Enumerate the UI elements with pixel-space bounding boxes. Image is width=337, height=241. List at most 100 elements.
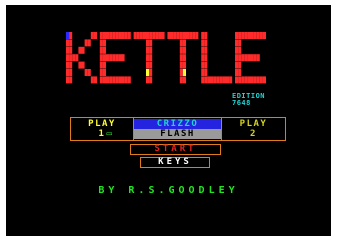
logo-pixel	[204, 61, 208, 69]
logo-pixel	[66, 76, 70, 84]
logo-pixel	[149, 76, 153, 84]
logo-pixel	[189, 32, 193, 39]
logo-pixel	[167, 32, 171, 39]
player-2-option[interactable]: PLAY 2	[222, 118, 285, 140]
logo-pixel	[179, 61, 183, 69]
logo-pixel	[102, 69, 106, 76]
logo-pixel	[161, 32, 165, 39]
logo-pixel	[146, 46, 150, 54]
keys-button[interactable]: KEYS	[140, 157, 210, 168]
logo-pixel	[124, 76, 128, 84]
logo-pixel	[124, 32, 128, 39]
logo-pixel	[247, 54, 251, 62]
logo-pixel	[259, 76, 263, 84]
logo-pixel	[87, 69, 91, 76]
logo-pixel	[102, 61, 106, 69]
logo-pixel	[182, 76, 186, 84]
logo-pixel	[262, 32, 266, 39]
edition-line-2: 7648	[232, 99, 251, 107]
logo-pixel	[158, 32, 162, 39]
logo-pixel	[121, 76, 125, 84]
logo-pixel	[87, 39, 91, 47]
logo-pixel	[179, 69, 183, 76]
logo-pixel	[256, 76, 260, 84]
logo-pixel	[149, 46, 153, 54]
logo-pixel	[118, 76, 122, 84]
logo-pixel	[235, 39, 239, 47]
logo-pixel	[106, 32, 110, 39]
logo-pixel	[72, 54, 76, 62]
player-2-number: 2	[250, 129, 257, 139]
logo-pixel	[69, 54, 73, 62]
logo-pixel	[99, 54, 103, 62]
logo-pixel	[115, 76, 119, 84]
logo-pixel	[238, 61, 242, 69]
logo-pixel	[235, 69, 239, 76]
logo-pixel	[69, 32, 73, 39]
logo-pixel	[99, 32, 103, 39]
logo-pixel	[235, 76, 239, 84]
logo-pixel	[226, 76, 230, 84]
logo-pixel	[182, 46, 186, 54]
logo-pixel	[93, 76, 97, 84]
logo-pixel	[142, 32, 146, 39]
logo-pixel	[235, 32, 239, 39]
logo-pixel	[121, 54, 125, 62]
logo-pixel	[90, 32, 94, 39]
player-1-option[interactable]: PLAY 1 ▭	[71, 118, 134, 140]
logo-pixel	[66, 69, 70, 76]
logo-pixel	[244, 32, 248, 39]
logo-pixel	[241, 54, 245, 62]
logo-pixel	[253, 32, 257, 39]
logo-pixel	[213, 76, 217, 84]
mode-bottom-label: FLASH	[134, 129, 221, 139]
logo-pixel	[78, 61, 82, 69]
logo-pixel	[241, 76, 245, 84]
edition-label: EDITION 7648	[232, 93, 266, 107]
logo-pixel	[238, 69, 242, 76]
logo-pixel	[146, 32, 150, 39]
logo-pixel	[112, 76, 116, 84]
logo-pixel	[201, 76, 205, 84]
logo-pixel	[250, 76, 254, 84]
logo-pixel	[78, 46, 82, 54]
logo-pixel	[238, 46, 242, 54]
logo-pixel	[136, 32, 140, 39]
logo-pixel	[69, 61, 73, 69]
logo-pixel	[259, 32, 263, 39]
logo-pixel	[102, 76, 106, 84]
logo-pixel	[81, 61, 85, 69]
logo-pixel	[102, 54, 106, 62]
logo-pixel	[204, 39, 208, 47]
logo-pixel	[146, 69, 150, 76]
logo-pixel	[118, 54, 122, 62]
player-1-number: 1	[98, 129, 106, 139]
logo-pixel	[66, 32, 70, 39]
logo-pixel	[99, 69, 103, 76]
logo-pixel	[118, 32, 122, 39]
logo-pixel	[146, 61, 150, 69]
logo-pixel	[179, 46, 183, 54]
logo-pixel	[201, 39, 205, 47]
mode-option[interactable]: CRIZZO FLASH	[134, 118, 222, 140]
logo-pixel	[90, 76, 94, 84]
logo-pixel	[238, 32, 242, 39]
logo-pixel	[253, 76, 257, 84]
selection-cursor-icon: ▭	[106, 129, 114, 139]
player-1-label: PLAY	[88, 119, 116, 129]
logo-pixel	[247, 32, 251, 39]
logo-pixel	[192, 32, 196, 39]
logo-pixel	[170, 32, 174, 39]
game-screen: EDITION 7648 PLAY 1 ▭ CRIZZO FLASH PLAY …	[6, 5, 331, 236]
logo-pixel	[69, 46, 73, 54]
mode-top-label: CRIZZO	[134, 119, 221, 129]
logo-pixel	[109, 32, 113, 39]
logo-pixel	[133, 32, 137, 39]
logo-pixel	[75, 54, 79, 62]
logo-pixel	[146, 39, 150, 47]
logo-pixel	[152, 32, 156, 39]
start-button[interactable]: START	[130, 144, 221, 155]
logo-pixel	[69, 69, 73, 76]
logo-pixel	[106, 54, 110, 62]
logo-pixel	[102, 46, 106, 54]
